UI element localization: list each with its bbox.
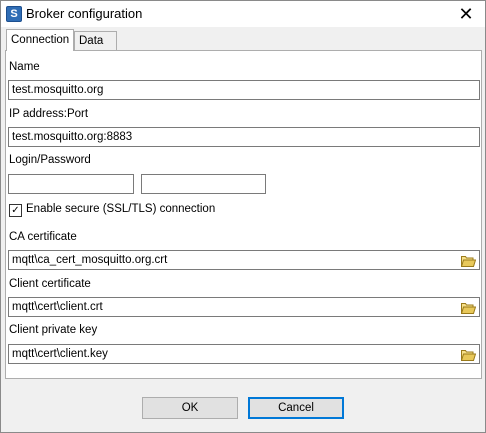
tab-connection[interactable]: Connection — [6, 29, 75, 51]
client-private-key-value: mqtt\cert\client.key — [12, 348, 108, 360]
ip-port-label: IP address:Port — [9, 108, 89, 120]
cancel-button[interactable]: Cancel — [248, 397, 344, 419]
close-icon[interactable]: ✕ — [451, 2, 481, 26]
ca-certificate-label: CA certificate — [9, 231, 77, 243]
app-icon: S — [6, 6, 22, 22]
title-bar: S Broker configuration ✕ — [1, 1, 485, 27]
client-certificate-value: mqtt\cert\client.crt — [12, 301, 103, 313]
folder-open-icon[interactable] — [460, 252, 477, 268]
name-label: Name — [9, 61, 40, 73]
login-field[interactable] — [8, 174, 134, 194]
broker-configuration-dialog: S Broker configuration ✕ Connection Data… — [0, 0, 486, 433]
ca-certificate-value: mqtt\ca_cert_mosquitto.org.crt — [12, 254, 168, 266]
secure-connection-checkbox[interactable]: ✓ — [9, 204, 22, 217]
window-title: Broker configuration — [26, 6, 143, 21]
ip-port-field[interactable] — [8, 127, 480, 147]
login-password-label: Login/Password — [9, 154, 91, 166]
folder-open-icon[interactable] — [460, 299, 477, 315]
secure-connection-label[interactable]: Enable secure (SSL/TLS) connection — [26, 203, 215, 215]
client-private-key-label: Client private key — [9, 324, 98, 336]
client-certificate-field[interactable]: mqtt\cert\client.crt — [8, 297, 480, 317]
password-field[interactable] — [141, 174, 266, 194]
client-certificate-label: Client certificate — [9, 278, 91, 290]
ok-button[interactable]: OK — [142, 397, 238, 419]
ca-certificate-field[interactable]: mqtt\ca_cert_mosquitto.org.crt — [8, 250, 480, 270]
name-field[interactable] — [8, 80, 480, 100]
client-private-key-field[interactable]: mqtt\cert\client.key — [8, 344, 480, 364]
tab-data-format[interactable]: Data format — [74, 31, 117, 65]
folder-open-icon[interactable] — [460, 346, 477, 362]
